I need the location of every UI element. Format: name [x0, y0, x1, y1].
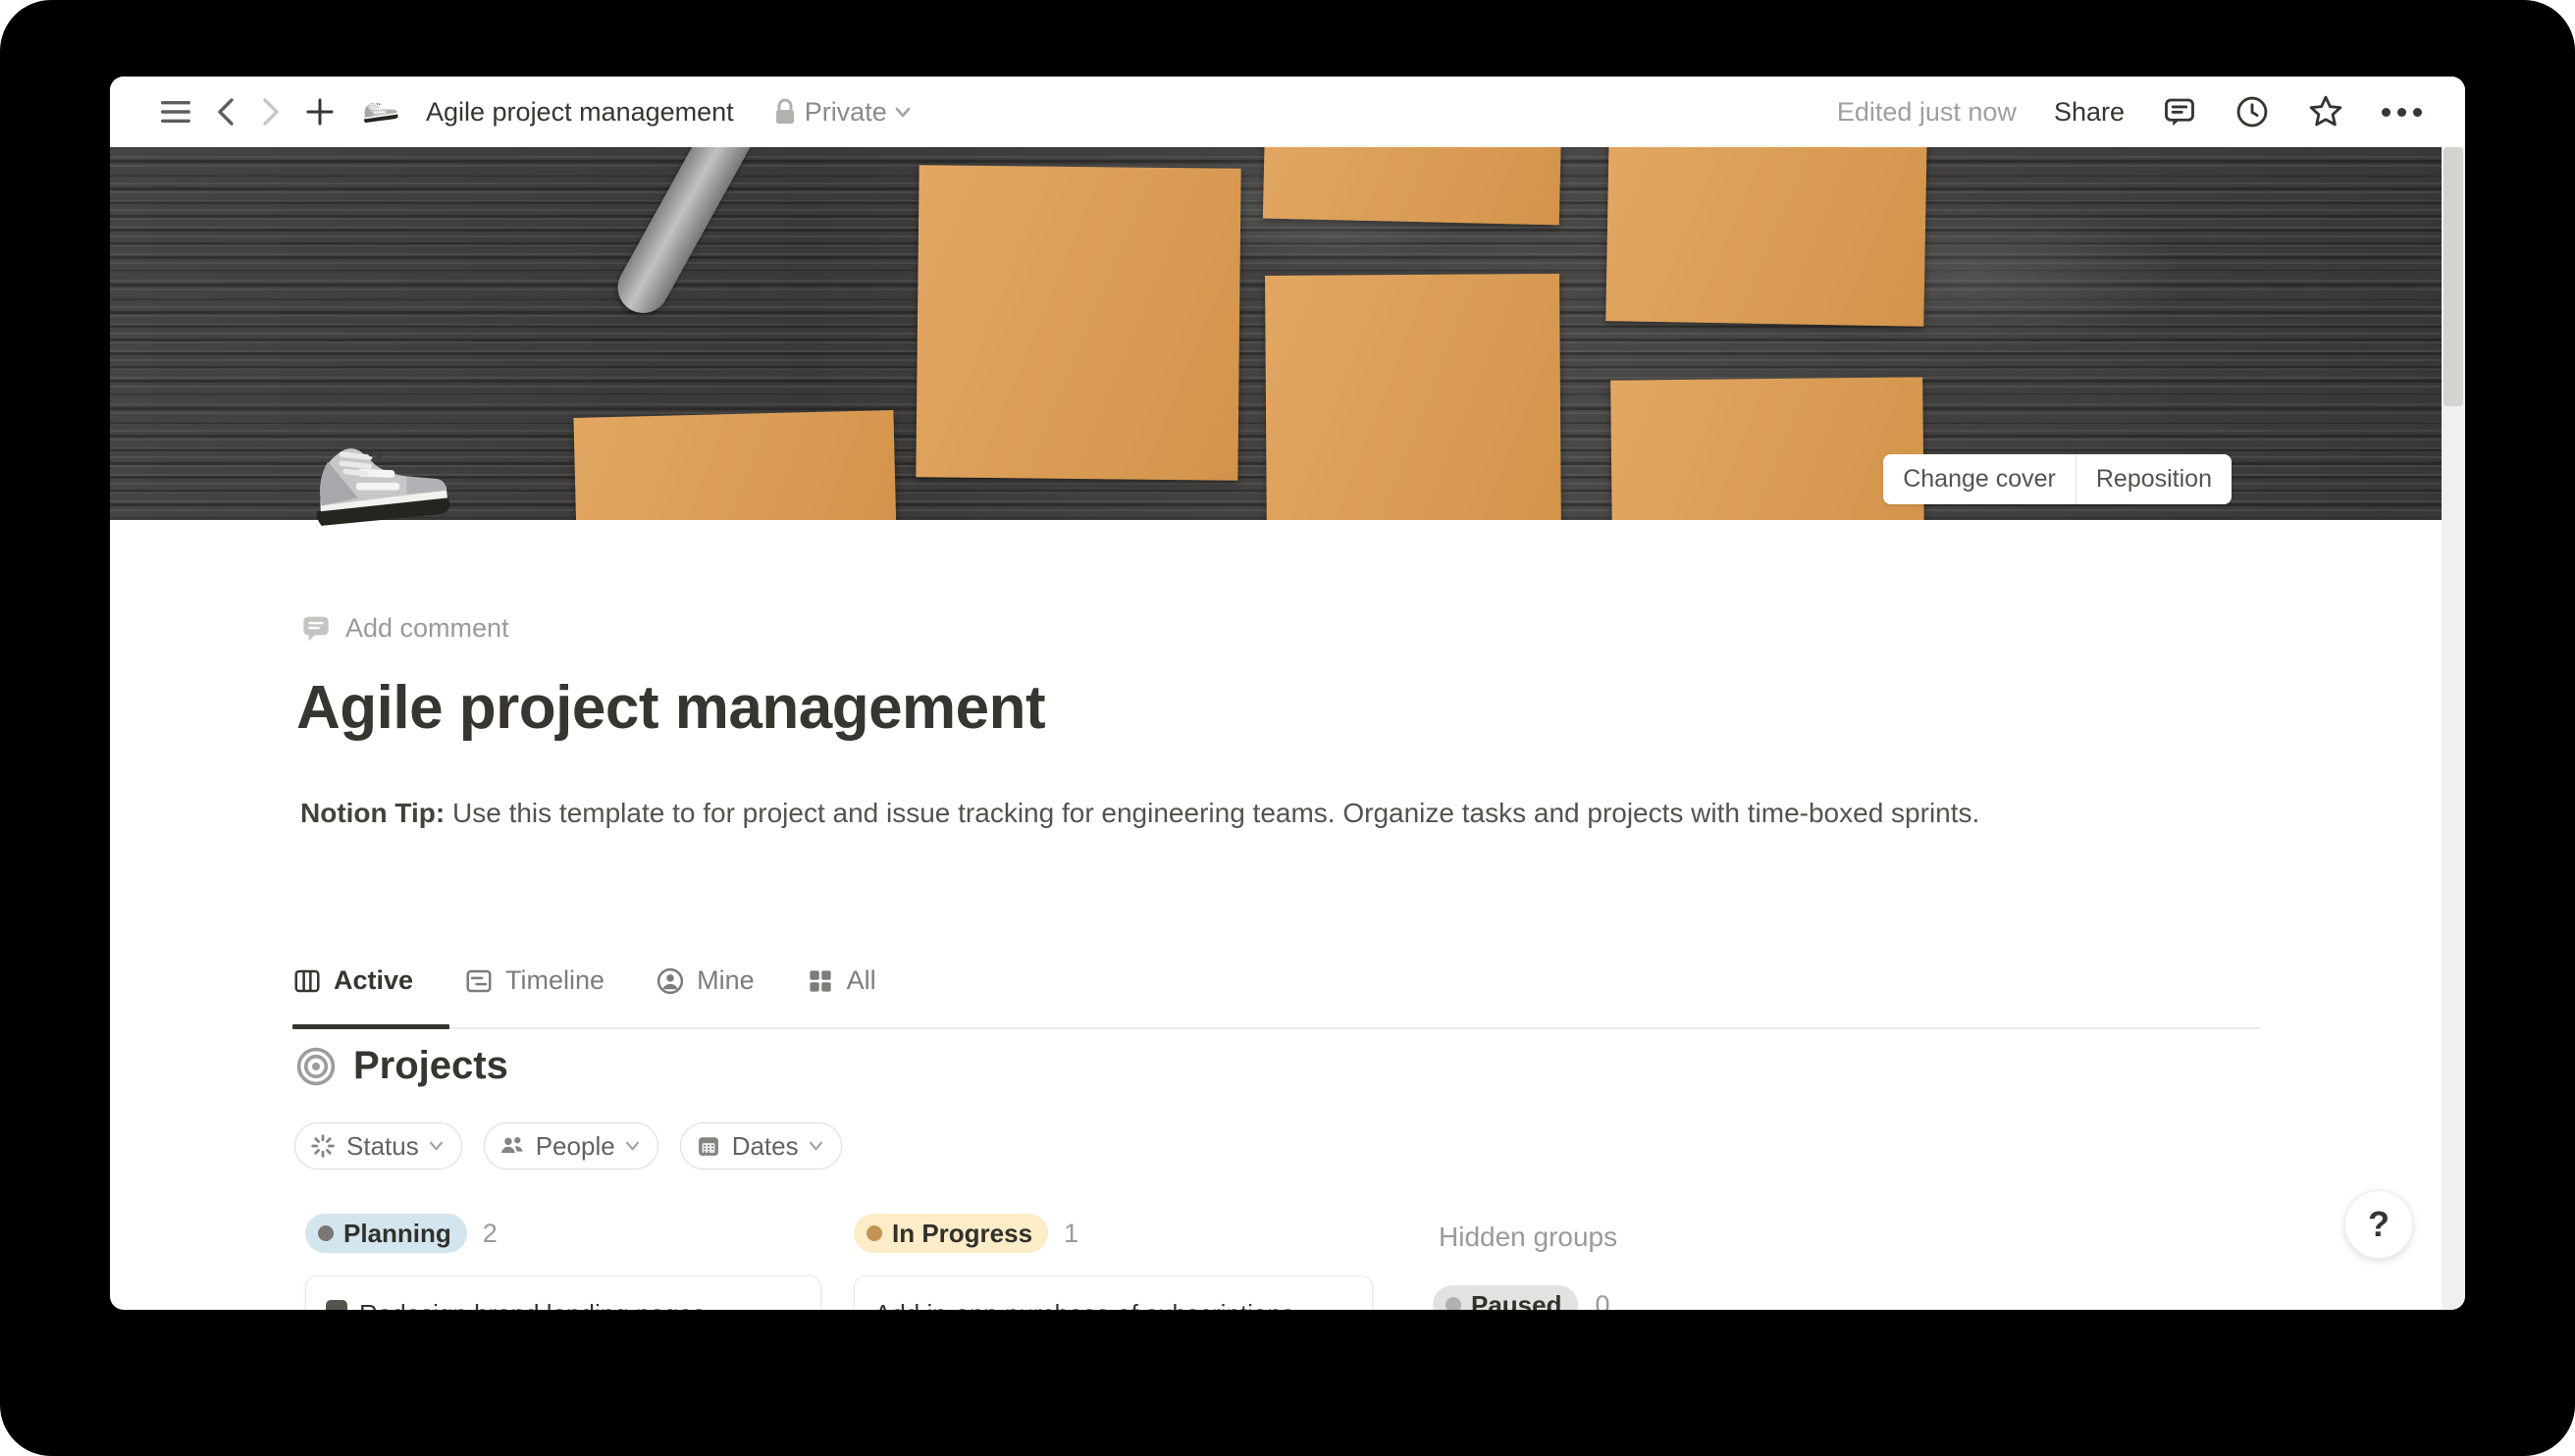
reposition-button[interactable]: Reposition — [2076, 454, 2232, 504]
forward-icon[interactable] — [261, 97, 281, 127]
notion-window: Agile project management Private Edited … — [110, 77, 2465, 1310]
page-emoji-icon-small — [356, 93, 401, 131]
filter-label: Status — [346, 1131, 419, 1162]
scrollbar-track[interactable] — [2442, 147, 2465, 1310]
comment-bubble-icon — [300, 612, 332, 644]
add-comment-button[interactable]: Add comment — [300, 612, 509, 644]
status-label: Paused — [1471, 1290, 1562, 1311]
notion-tip-text: Use this template to for project and iss… — [445, 798, 1979, 828]
filter-people[interactable]: People — [484, 1122, 658, 1170]
scrollbar-thumb[interactable] — [2444, 147, 2463, 406]
desktop-background: Agile project management Private Edited … — [0, 0, 2575, 1456]
projects-heading: Projects — [294, 1044, 508, 1088]
sticky-note — [1610, 377, 1924, 520]
edited-status: Edited just now — [1837, 97, 2017, 128]
tab-label: Active — [334, 965, 413, 996]
grid-icon — [806, 966, 835, 996]
new-page-icon[interactable] — [306, 98, 334, 126]
people-icon — [499, 1132, 526, 1160]
status-pill-paused: Paused — [1433, 1285, 1578, 1310]
project-card[interactable]: Add in-app purchase of subscriptions — [854, 1275, 1373, 1310]
active-tab-underline — [292, 1024, 449, 1029]
tab-label: Mine — [697, 965, 755, 996]
group-count: 1 — [1064, 1219, 1078, 1249]
card-title: Add in-app purchase of subscriptions — [874, 1298, 1294, 1310]
status-dot — [867, 1225, 882, 1241]
tab-all[interactable]: All — [806, 965, 876, 996]
back-icon[interactable] — [216, 97, 236, 127]
target-icon — [294, 1045, 338, 1088]
filter-status[interactable]: Status — [294, 1122, 462, 1170]
tab-active[interactable]: Active — [292, 965, 413, 996]
share-button[interactable]: Share — [2054, 97, 2125, 128]
history-clock-icon[interactable] — [2234, 94, 2270, 130]
sticky-note — [916, 165, 1240, 480]
chevron-down-icon — [429, 1141, 444, 1151]
sticky-note — [573, 410, 896, 520]
favorite-star-icon[interactable] — [2307, 93, 2344, 130]
privacy-label: Private — [805, 97, 887, 128]
lock-icon — [773, 98, 797, 126]
sticky-note — [1263, 147, 1561, 225]
status-label: In Progress — [892, 1219, 1032, 1249]
project-card[interactable]: Redesign brand landing pages — [305, 1275, 821, 1310]
status-pill-planning: Planning — [305, 1214, 467, 1253]
hamburger-menu-icon[interactable] — [161, 100, 190, 124]
notion-tip: Notion Tip: Use this template to for pro… — [300, 789, 2189, 837]
group-count: 2 — [483, 1219, 498, 1249]
change-cover-button[interactable]: Change cover — [1883, 454, 2076, 504]
board-column-planning: Planning 2 Redesign brand landing pages — [305, 1213, 821, 1310]
add-comment-label: Add comment — [345, 613, 509, 644]
group-header[interactable]: Planning 2 — [305, 1213, 821, 1254]
chevron-down-icon — [809, 1141, 823, 1151]
card-emoji-icon — [326, 1300, 347, 1310]
hidden-groups-label: Hidden groups — [1421, 1217, 1872, 1258]
projects-title[interactable]: Projects — [353, 1044, 508, 1088]
page-emoji-icon[interactable] — [289, 418, 472, 603]
cover-image[interactable]: Change cover Reposition — [110, 147, 2442, 520]
chevron-down-icon — [895, 107, 911, 118]
view-tabs: Active Timeline Mine All — [292, 965, 876, 996]
comments-icon[interactable] — [2162, 94, 2197, 130]
group-count: 0 — [1596, 1290, 1610, 1311]
chevron-down-icon — [625, 1141, 640, 1151]
card-title: Redesign brand landing pages — [359, 1298, 706, 1310]
filter-label: Dates — [732, 1131, 799, 1162]
tab-mine[interactable]: Mine — [656, 965, 755, 996]
hidden-group-paused[interactable]: Paused 0 — [1421, 1285, 1872, 1310]
filter-chips: Status People Dates — [294, 1122, 842, 1170]
board-column-in-progress: In Progress 1 Add in-app purchase of sub… — [854, 1213, 1373, 1310]
person-icon — [656, 966, 685, 996]
more-options-icon[interactable] — [2382, 108, 2422, 117]
group-header[interactable]: In Progress 1 — [854, 1213, 1373, 1254]
status-dot — [1445, 1297, 1461, 1310]
filter-label: People — [536, 1131, 615, 1162]
tabs-divider — [292, 1027, 2261, 1029]
filter-dates[interactable]: Dates — [680, 1122, 842, 1170]
breadcrumb-page-title[interactable]: Agile project management — [426, 97, 734, 128]
status-label: Planning — [343, 1219, 451, 1249]
cover-pen — [608, 147, 777, 322]
status-pill-in-progress: In Progress — [854, 1214, 1048, 1253]
notion-tip-bold: Notion Tip: — [300, 798, 445, 828]
toolbar: Agile project management Private Edited … — [110, 77, 2465, 147]
privacy-dropdown[interactable]: Private — [773, 97, 911, 128]
board-view-icon — [292, 966, 322, 996]
tab-label: Timeline — [505, 965, 604, 996]
help-button[interactable]: ? — [2344, 1190, 2413, 1259]
board-column-hidden: Hidden groups Paused 0 — [1421, 1217, 1872, 1310]
tab-timeline[interactable]: Timeline — [464, 965, 604, 996]
sticky-note — [1265, 274, 1561, 520]
sticky-note — [1605, 147, 1926, 327]
tab-label: All — [847, 965, 876, 996]
calendar-icon — [695, 1132, 722, 1160]
page-title[interactable]: Agile project management — [296, 673, 1045, 743]
timeline-view-icon — [464, 966, 494, 996]
cover-actions: Change cover Reposition — [1883, 454, 2232, 504]
status-spinner-icon — [309, 1132, 337, 1160]
status-dot — [318, 1225, 334, 1241]
